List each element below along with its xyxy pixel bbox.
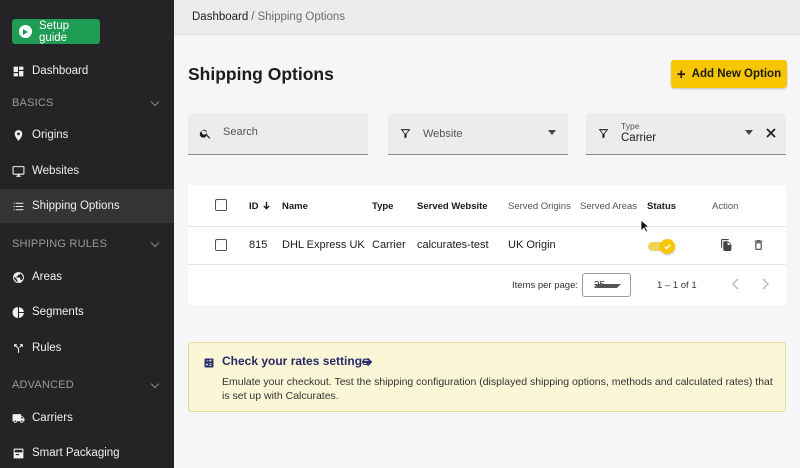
delete-icon[interactable] (752, 238, 765, 252)
search-placeholder: Search (223, 126, 258, 138)
section-shipping-rules[interactable]: SHIPPING RULES (12, 238, 162, 250)
type-value: Carrier (621, 132, 657, 144)
rates-settings-link[interactable]: Check your rates settings (222, 354, 369, 368)
pie-chart-icon (12, 306, 25, 319)
column-header-served-origins: Served Origins (508, 201, 571, 212)
sidebar-item-label: Shipping Options (32, 200, 120, 212)
options-table: ID Name Type Served Website Served Origi… (188, 185, 786, 305)
chevron-down-icon (150, 238, 160, 247)
column-header-name[interactable]: Name (282, 201, 308, 212)
location-pin-icon (12, 129, 25, 142)
column-header-id[interactable]: ID (249, 201, 271, 212)
sidebar-item-carriers[interactable]: Carriers (0, 401, 174, 435)
copy-icon[interactable] (720, 238, 733, 252)
cell-type: Carrier (372, 239, 406, 251)
section-label: BASICS (12, 97, 54, 109)
chevron-down-icon (150, 379, 160, 388)
sidebar-item-label: Origins (32, 129, 69, 141)
items-per-page-select[interactable]: 25 (582, 273, 631, 297)
sidebar-item-label: Areas (32, 271, 63, 283)
rates-settings-description: Emulate your checkout. Test the shipping… (222, 376, 773, 402)
sidebar-item-origins[interactable]: Origins (0, 118, 174, 152)
section-label: SHIPPING RULES (12, 238, 108, 250)
sidebar-item-rules[interactable]: Rules (0, 331, 174, 365)
section-basics[interactable]: BASICS (12, 97, 162, 109)
arrow-down-icon (262, 201, 271, 210)
rates-settings-banner: Check your rates settings Emulate your c… (188, 342, 786, 412)
breadcrumb: Dashboard / Shipping Options (174, 0, 800, 35)
cell-name: DHL Express UK (282, 239, 365, 251)
list-icon (12, 200, 25, 213)
chevron-left-icon[interactable] (731, 277, 741, 291)
sidebar-item-segments[interactable]: Segments (0, 295, 174, 329)
pagination-range: 1 – 1 of 1 (657, 280, 697, 291)
table-header: ID Name Type Served Website Served Origi… (188, 185, 786, 227)
chevron-right-icon[interactable] (760, 277, 770, 291)
monitor-icon (12, 165, 25, 178)
sidebar-item-websites[interactable]: Websites (0, 154, 174, 188)
chevron-down-icon (150, 97, 160, 106)
sidebar-item-label: Segments (32, 306, 84, 318)
globe-icon (12, 271, 25, 284)
sidebar-item-shipping-options[interactable]: Shipping Options (0, 189, 174, 223)
sidebar-item-areas[interactable]: Areas (0, 260, 174, 294)
breadcrumb-current: Shipping Options (257, 11, 346, 23)
search-input[interactable]: Search (188, 113, 368, 155)
play-icon (19, 25, 32, 38)
setup-guide-label: Setup guide (38, 19, 69, 44)
items-per-page-label: Items per page: (512, 280, 579, 291)
dropdown-arrow-icon (594, 284, 621, 288)
filter-icon (597, 127, 610, 140)
column-header-served-website[interactable]: Served Website (417, 201, 488, 212)
plus-icon: + (676, 65, 686, 83)
sidebar-item-label: Carriers (32, 412, 73, 424)
section-label: ADVANCED (12, 379, 74, 391)
select-all-checkbox[interactable] (215, 199, 227, 211)
dropdown-arrow-icon (745, 130, 753, 135)
page-title: Shipping Options (188, 64, 334, 84)
section-advanced[interactable]: ADVANCED (12, 379, 162, 391)
cell-id: 815 (249, 239, 268, 251)
type-select[interactable]: Type Carrier (586, 113, 786, 155)
add-new-option-button[interactable]: + Add New Option (671, 60, 787, 88)
status-toggle[interactable] (648, 239, 675, 254)
type-label: Type (621, 121, 640, 131)
package-icon (12, 447, 25, 460)
fork-icon (12, 342, 25, 355)
table-pagination: Items per page: 25 1 – 1 of 1 (188, 265, 786, 305)
column-header-served-areas: Served Areas (580, 201, 638, 212)
mouse-cursor-icon (640, 219, 650, 233)
sidebar-item-label: Websites (32, 165, 80, 177)
column-header-status[interactable]: Status (647, 201, 676, 212)
cell-website: calcurates-test (417, 239, 489, 251)
sidebar-item-dashboard[interactable]: Dashboard (0, 54, 174, 88)
sidebar: Setup guide Dashboard BASICS Origins Web… (0, 0, 174, 468)
setup-guide-button[interactable]: Setup guide (12, 19, 100, 44)
check-icon (660, 239, 675, 254)
table-row[interactable]: 815 DHL Express UK Carrier calcurates-te… (188, 227, 786, 265)
header-label: ID (249, 201, 259, 212)
website-select[interactable]: Website (388, 113, 568, 155)
truck-icon (12, 412, 25, 425)
column-header-action: Action (712, 201, 739, 212)
dashboard-icon (12, 65, 25, 78)
cell-origins: UK Origin (508, 239, 556, 251)
calculator-icon (203, 356, 215, 368)
sidebar-item-label: Dashboard (32, 65, 89, 77)
column-header-type[interactable]: Type (372, 201, 393, 212)
search-icon (199, 127, 212, 140)
sidebar-item-label: Smart Packaging (32, 447, 120, 459)
arrow-right-icon[interactable] (361, 355, 373, 367)
close-icon[interactable] (765, 126, 777, 138)
add-new-option-label: Add New Option (691, 68, 782, 80)
breadcrumb-separator: / (251, 11, 255, 23)
breadcrumb-dashboard-link[interactable]: Dashboard (192, 11, 248, 23)
sidebar-item-smart-packaging[interactable]: Smart Packaging (0, 436, 174, 468)
row-checkbox[interactable] (215, 239, 227, 251)
dropdown-arrow-icon (548, 130, 556, 135)
sidebar-item-label: Rules (32, 342, 62, 354)
website-placeholder: Website (423, 128, 463, 140)
filter-icon (399, 127, 412, 140)
